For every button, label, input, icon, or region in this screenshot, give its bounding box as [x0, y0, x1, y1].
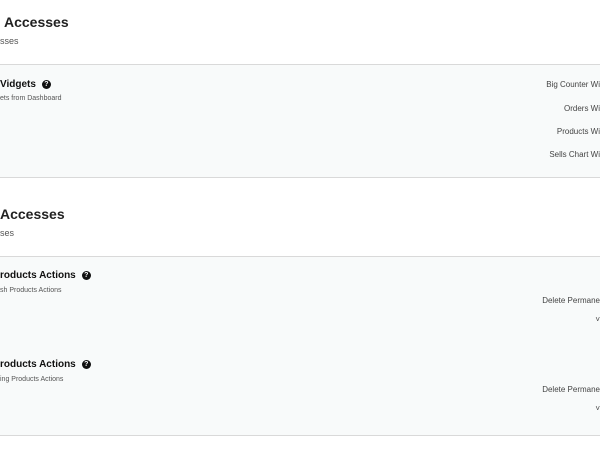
chevron-down-icon[interactable]: ˅	[595, 315, 600, 324]
pending-products-actions-row: roducts Actions? ing Products Actions De…	[0, 346, 600, 436]
help-icon[interactable]: ?	[81, 271, 91, 280]
pending-actions-title: roducts Actions?	[0, 359, 91, 370]
widget-option-sells-chart[interactable]: Sells Chart Wi	[549, 150, 600, 159]
trash-actions-description: sh Products Actions	[0, 287, 62, 294]
help-icon[interactable]: ?	[41, 80, 51, 89]
trash-products-actions-row: roducts Actions? sh Products Actions Del…	[0, 256, 600, 347]
section-subtitle-products: ses	[0, 228, 15, 238]
widgets-description: ets from Dashboard	[0, 95, 62, 102]
widget-option-orders[interactable]: Orders Wi	[564, 104, 600, 113]
pending-actions-description: ing Products Actions	[0, 376, 64, 383]
trash-actions-title: roducts Actions?	[0, 270, 91, 281]
widget-option-products[interactable]: Products Wi	[557, 127, 600, 136]
section-title-products: Accesses	[0, 206, 65, 222]
section-subtitle-dashboard: sses	[0, 36, 19, 46]
widgets-permission-row: Vidgets? ets from Dashboard Big Counter …	[0, 64, 600, 178]
trash-delete-permanently-option[interactable]: Delete Permane	[542, 296, 600, 305]
widgets-title: Vidgets?	[0, 79, 51, 90]
pending-delete-permanently-option[interactable]: Delete Permane	[542, 385, 600, 394]
chevron-down-icon[interactable]: ˅	[595, 404, 600, 413]
widget-option-big-counter[interactable]: Big Counter Wi	[546, 80, 600, 89]
section-title-dashboard: Accesses	[4, 14, 69, 30]
help-icon[interactable]: ?	[81, 360, 91, 369]
